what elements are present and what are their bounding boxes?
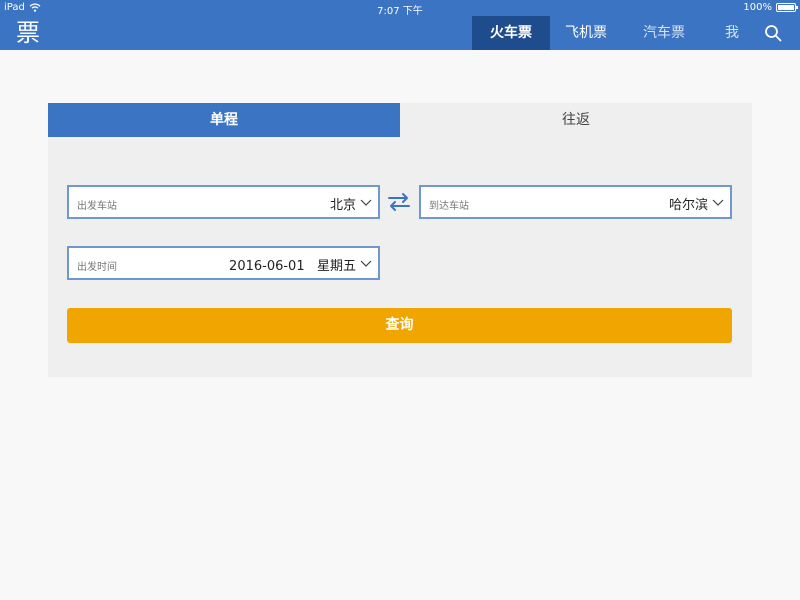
- arrival-station-field[interactable]: 到达车站 哈尔滨: [419, 185, 732, 219]
- departure-date-label: 出发时间: [77, 262, 117, 273]
- status-time: 7:07 下午: [377, 6, 423, 17]
- departure-station-label: 出发车站: [77, 201, 117, 212]
- tab-flight-tickets[interactable]: 飞机票: [550, 16, 622, 50]
- departure-station-field[interactable]: 出发车站 北京: [67, 185, 380, 219]
- tab-me[interactable]: 我: [714, 16, 750, 50]
- departure-date-field[interactable]: 出发时间 2016-06-01 星期五: [67, 246, 380, 280]
- nav-bar: 票 火车票 飞机票 汽车票 我: [0, 16, 800, 50]
- arrival-station-label: 到达车站: [429, 201, 469, 212]
- one-way-tab[interactable]: 单程: [48, 103, 400, 137]
- battery-icon: [776, 3, 798, 12]
- status-bar: iPad 7:07 下午 100%: [0, 0, 800, 17]
- app-logo: 票: [16, 19, 40, 47]
- ticket-search-card: 单程 往返 出发车站 北京 到达车站 哈尔滨 出发时间 2016-06-01 星…: [48, 103, 752, 377]
- chevron-down-icon: [360, 199, 372, 206]
- search-icon[interactable]: [764, 24, 782, 42]
- tab-bus-tickets[interactable]: 汽车票: [628, 16, 700, 50]
- chevron-down-icon: [712, 199, 724, 206]
- tab-train-tickets[interactable]: 火车票: [472, 16, 550, 50]
- arrival-station-value: 哈尔滨: [668, 198, 708, 213]
- battery-percent: 100%: [743, 2, 772, 13]
- swap-stations-icon[interactable]: [387, 191, 411, 213]
- round-trip-tab[interactable]: 往返: [400, 103, 752, 137]
- chevron-down-icon: [360, 260, 372, 267]
- departure-station-value: 北京: [329, 198, 356, 213]
- search-button[interactable]: 查询: [67, 308, 732, 343]
- departure-date-value: 2016-06-01 星期五: [229, 259, 356, 274]
